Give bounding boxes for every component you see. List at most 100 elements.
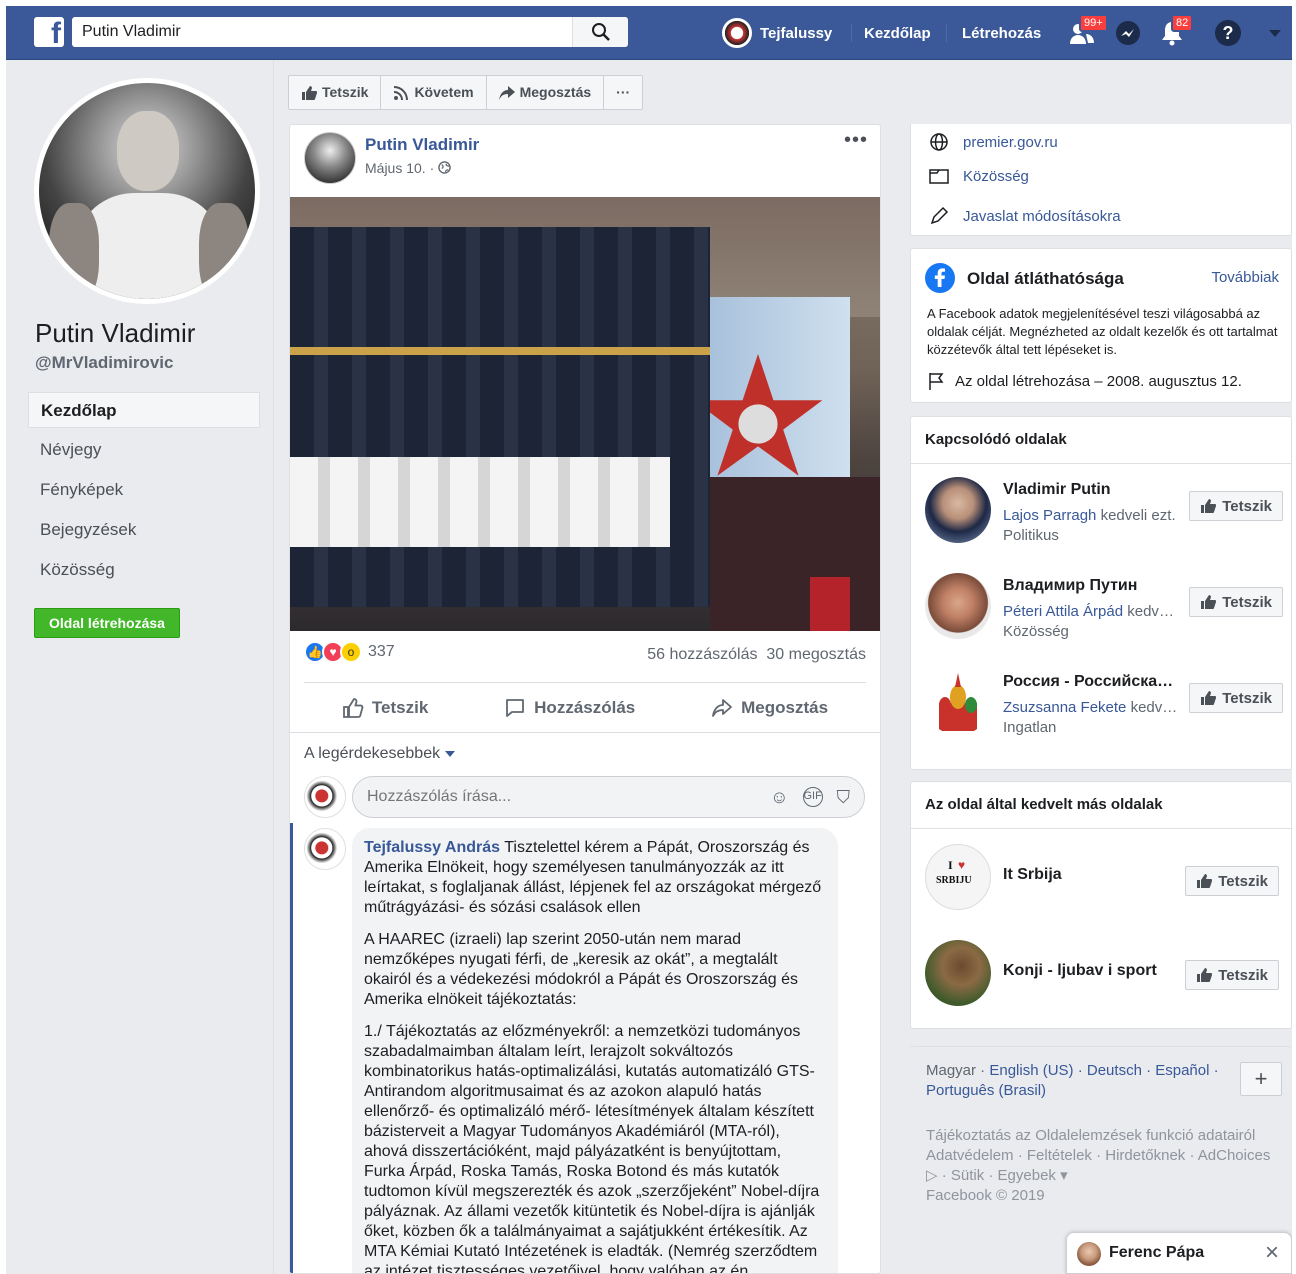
pencil-icon xyxy=(930,206,949,225)
suggest-edits-row[interactable]: Javaslat módosításokra xyxy=(929,206,1121,226)
related-like-button[interactable]: Tetszik xyxy=(1189,587,1283,617)
post-options-icon[interactable]: ••• xyxy=(844,129,868,152)
liked-page-name[interactable]: Konji - ljubav i sport xyxy=(1003,962,1181,980)
emoji-icon[interactable]: ☺ xyxy=(770,787,788,808)
liked-page-avatar[interactable]: I ♥ SRBIJU xyxy=(925,844,991,910)
wow-reaction-icon: o xyxy=(340,641,362,663)
related-page-name[interactable]: Vladimir Putin xyxy=(1003,481,1181,499)
close-chat-icon[interactable]: × xyxy=(1265,1239,1279,1267)
search-button[interactable] xyxy=(572,17,628,47)
notifications-button[interactable]: 82 xyxy=(1159,14,1194,46)
thumbs-up-icon xyxy=(1197,874,1213,888)
creation-date-row: Az oldal létrehozása – 2008. augusztus 1… xyxy=(927,371,1242,391)
page-share-button[interactable]: Megosztás xyxy=(487,76,605,109)
nav-item-community[interactable]: Közösség xyxy=(28,552,260,588)
facebook-logo-icon[interactable]: f xyxy=(34,17,64,50)
liked-pages-title: Az oldal által kedvelt más oldalak xyxy=(925,796,1163,813)
kremlin-avatar[interactable] xyxy=(925,669,991,735)
friend-requests-button[interactable]: 99+ xyxy=(1069,14,1108,46)
help-button[interactable]: ? xyxy=(1215,20,1241,46)
website-row[interactable]: premier.gov.ru xyxy=(929,132,1058,152)
comment-body: Tejfalussy András Tisztelettel kérem a P… xyxy=(352,828,838,1273)
follow-button[interactable]: Követem xyxy=(381,76,487,109)
create-link[interactable]: Létrehozás xyxy=(962,6,1041,60)
post-photo[interactable] xyxy=(290,197,880,631)
like-label: Tetszik xyxy=(1222,497,1272,515)
profile-picture[interactable] xyxy=(34,78,260,304)
like-label: Tetszik xyxy=(1222,593,1272,611)
liked-page-like-button[interactable]: Tetszik xyxy=(1185,960,1279,990)
share-arrow-icon xyxy=(498,85,515,100)
related-page-social: Péteri Attila Árpád kedveli ezt. xyxy=(1003,603,1181,620)
liked-text: kedveli ezt. xyxy=(1096,507,1176,524)
website-link: premier.gov.ru xyxy=(963,133,1058,151)
comment-input[interactable] xyxy=(367,777,747,817)
flag-icon xyxy=(929,373,944,390)
thumbs-up-icon xyxy=(1201,595,1217,609)
like-button[interactable]: Tetszik xyxy=(342,697,428,719)
add-language-button[interactable]: + xyxy=(1240,1062,1282,1096)
friend-link[interactable]: Zsuzsanna Fekete xyxy=(1003,699,1126,716)
share-button[interactable]: Megosztás xyxy=(711,697,828,719)
account-menu-button[interactable] xyxy=(1266,24,1284,42)
friend-link[interactable]: Lajos Parragh xyxy=(1003,507,1096,524)
friend-link[interactable]: Péteri Attila Árpád xyxy=(1003,603,1123,620)
comment-author-name[interactable]: Tejfalussy András xyxy=(364,839,500,856)
reactions-summary[interactable]: 👍 ♥ o 337 xyxy=(304,641,395,663)
share-outline-icon xyxy=(712,698,733,717)
related-page-category: Politikus xyxy=(1003,527,1059,544)
related-like-button[interactable]: Tetszik xyxy=(1189,683,1283,713)
more-options-button[interactable]: ··· xyxy=(604,76,642,109)
nav-item-about[interactable]: Névjegy xyxy=(28,432,260,468)
comment-author-avatar[interactable] xyxy=(304,828,346,870)
liked-page-avatar[interactable] xyxy=(925,940,991,1006)
post-action-bar: Tetszik Hozzászólás Megosztás xyxy=(304,682,866,732)
post-date[interactable]: Május 10. · xyxy=(365,160,451,176)
create-page-button[interactable]: Oldal létrehozása xyxy=(34,608,180,638)
related-page-name[interactable]: Россия - Российская Федерация xyxy=(1003,673,1181,691)
language-card: Magyar · English (US) · Deutsch · Españo… xyxy=(910,1046,1292,1116)
browser-page: f Tejfalussy Kezdőlap Létrehozás 99+ 82 … xyxy=(6,6,1292,1274)
search-icon xyxy=(592,23,610,41)
home-link[interactable]: Kezdőlap xyxy=(864,6,931,60)
related-page-avatar[interactable] xyxy=(925,477,991,543)
share-count[interactable]: 30 megosztás xyxy=(766,646,866,663)
post-author-name[interactable]: Putin Vladimir xyxy=(365,135,479,155)
thumbs-up-icon xyxy=(302,85,317,100)
nav-item-posts[interactable]: Bejegyzések xyxy=(28,512,260,548)
liked-page-name[interactable]: It Srbija xyxy=(1003,866,1181,884)
page-handle[interactable]: @MrVladimirovic xyxy=(35,353,173,373)
sticker-icon[interactable]: ⛉ xyxy=(837,787,851,808)
about-card: premier.gov.ru Közösség Javaslat módosít… xyxy=(910,124,1292,236)
divider xyxy=(911,828,1291,829)
related-page-name[interactable]: Владимир Путин xyxy=(1003,577,1181,595)
chat-tab[interactable]: Ferenc Pápa × xyxy=(1066,1232,1292,1274)
commenter-avatar[interactable] xyxy=(304,776,346,818)
globe-icon xyxy=(930,133,948,151)
profile-link[interactable]: Tejfalussy xyxy=(722,6,832,60)
gif-icon[interactable]: GIF xyxy=(802,787,823,807)
related-page-avatar[interactable] xyxy=(925,573,991,639)
related-like-button[interactable]: Tetszik xyxy=(1189,491,1283,521)
help-icon: ? xyxy=(1222,23,1234,43)
see-more-link[interactable]: Továbbiak xyxy=(1211,269,1279,286)
messenger-button[interactable] xyxy=(1115,20,1141,46)
liked-page-item: Konji - ljubav i sport Tetszik xyxy=(925,940,1283,1020)
liked-page-like-button[interactable]: Tetszik xyxy=(1185,866,1279,896)
nav-item-photos[interactable]: Fényképek xyxy=(28,472,260,508)
comment-paragraph-2: A HAAREC (izraeli) lap szerint 2050-után… xyxy=(364,931,798,1008)
comment-count[interactable]: 56 hozzászólás xyxy=(647,646,757,663)
post-author-avatar[interactable] xyxy=(304,132,356,184)
post-card: Putin Vladimir Május 10. · ••• 👍 ♥ o 337… xyxy=(289,124,881,1274)
footer-link-list[interactable]: Tájékoztatás az Oldalelemzések funkció a… xyxy=(926,1127,1270,1184)
related-page-social: Lajos Parragh kedveli ezt. xyxy=(1003,507,1181,524)
chat-avatar xyxy=(1077,1242,1101,1266)
comment-sort-dropdown[interactable]: A legérdekesebbek xyxy=(304,745,455,763)
search-input[interactable] xyxy=(72,17,572,47)
transparency-description: A Facebook adatok megjelenítésével teszi… xyxy=(927,306,1278,357)
comment-button[interactable]: Hozzászólás xyxy=(504,697,635,719)
liked-pages-card: Az oldal által kedvelt más oldalak I ♥ SRB… xyxy=(910,781,1292,1029)
category-row[interactable]: Közösség xyxy=(929,166,1029,186)
page-like-button[interactable]: Tetszik xyxy=(289,76,382,109)
nav-item-home[interactable]: Kezdőlap xyxy=(28,392,260,428)
